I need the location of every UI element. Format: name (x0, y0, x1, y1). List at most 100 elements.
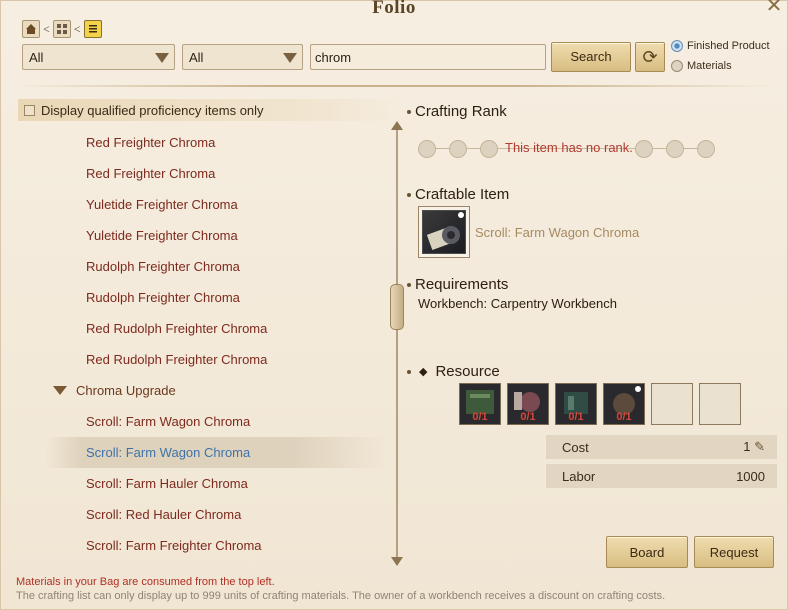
bullet-icon (407, 192, 411, 197)
rank-dot (418, 140, 436, 158)
radio-on-icon[interactable] (671, 40, 683, 52)
radio-materials-label: Materials (687, 60, 732, 72)
list-item[interactable]: Rudolph Freighter Chroma (15, 282, 387, 313)
resource-slot-empty (651, 383, 693, 425)
recipe-list: Red Freighter Chroma Red Freighter Chrom… (15, 127, 387, 561)
home-icon[interactable] (22, 20, 40, 38)
requirements-heading: Requirements (407, 276, 508, 293)
list-item[interactable]: Red Rudolph Freighter Chroma (15, 344, 387, 375)
scroll-thumb[interactable] (390, 284, 404, 330)
list-item[interactable]: Scroll: Farm Wagon Chroma (15, 406, 387, 437)
scroll-down-icon[interactable] (391, 557, 403, 566)
qualified-label: Display qualified proficiency items only (41, 102, 264, 118)
recipe-list-panel: Display qualified proficiency items only… (15, 99, 404, 569)
list-item[interactable]: Red Freighter Chroma (15, 127, 387, 158)
list-item[interactable]: Yuletide Freighter Chroma (15, 189, 387, 220)
resource-slot[interactable]: 0/1 (507, 383, 549, 425)
breadcrumb: < < (22, 20, 102, 38)
bullet-icon (407, 369, 411, 374)
radio-materials[interactable]: Materials (671, 60, 732, 72)
cost-label: Cost (562, 439, 589, 455)
list-item[interactable]: Red Rudolph Freighter Chroma (15, 313, 387, 344)
rank-message: This item has no rank. (505, 140, 633, 155)
folio-window: Folio ✕ < < All All chrom Search ⟳ Finis… (0, 0, 788, 610)
list-scrollbar[interactable] (390, 121, 404, 566)
list-icon[interactable] (83, 20, 102, 38)
list-item[interactable]: Yuletide Freighter Chroma (15, 220, 387, 251)
search-input[interactable]: chrom (310, 44, 546, 70)
chevron-down-icon (155, 53, 169, 63)
search-button[interactable]: Search (551, 42, 631, 72)
grid-icon[interactable] (52, 20, 71, 38)
crafting-rank-heading: Crafting Rank (407, 103, 507, 120)
cost-value-wrap: 1 ✎ (743, 439, 765, 455)
rank-dot (697, 140, 715, 158)
bullet-icon (407, 282, 411, 287)
resource-count: 0/1 (472, 411, 488, 423)
close-icon[interactable]: ✕ (763, 0, 785, 17)
labor-value: 1000 (736, 468, 765, 484)
craftable-name: Scroll: Farm Wagon Chroma (475, 225, 640, 240)
recipe-detail-panel: Crafting Rank This item has no rank. Cra… (407, 99, 777, 569)
window-title: Folio (372, 0, 416, 18)
list-item[interactable]: Scroll: Farm Freighter Chroma (15, 530, 387, 561)
category-select-1-value: All (29, 50, 44, 65)
scroll-icon (422, 210, 466, 254)
expand-triangle-icon[interactable] (53, 386, 67, 395)
refresh-icon[interactable]: ⟳ (635, 42, 665, 72)
rank-dot (635, 140, 653, 158)
qualified-filter-row[interactable]: Display qualified proficiency items only (18, 99, 402, 121)
radio-off-icon[interactable] (671, 60, 683, 72)
list-item[interactable]: Scroll: Red Hauler Chroma (15, 499, 387, 530)
diamond-icon: ◆ (419, 366, 428, 378)
craftable-heading: Craftable Item (407, 186, 509, 203)
divider (15, 85, 773, 87)
rank-dot (666, 140, 684, 158)
list-item[interactable]: Red Freighter Chroma (15, 158, 387, 189)
crafting-rank-title: Crafting Rank (415, 103, 507, 120)
list-item[interactable]: Rudolph Freighter Chroma (15, 251, 387, 282)
category-select-1[interactable]: All (22, 44, 175, 70)
cost-row: Cost 1 ✎ (546, 435, 777, 459)
request-button[interactable]: Request (694, 536, 774, 568)
board-button[interactable]: Board (606, 536, 688, 568)
resource-slots: 0/1 0/1 0/1 0/1 (459, 383, 741, 425)
resource-count: 0/1 (568, 411, 584, 423)
rank-dot (480, 140, 498, 158)
requirements-title: Requirements (415, 276, 509, 293)
qualified-checkbox[interactable] (24, 104, 35, 116)
chevron-down-icon (283, 53, 297, 63)
resource-slot[interactable]: 0/1 (459, 383, 501, 425)
labor-label: Labor (562, 468, 596, 484)
footer-info: The crafting list can only display up to… (16, 590, 666, 602)
group-label: Chroma Upgrade (76, 383, 176, 398)
labor-row: Labor 1000 (546, 464, 777, 488)
resource-slot[interactable]: 0/1 (555, 383, 597, 425)
scroll-track[interactable] (396, 129, 398, 559)
resource-title: Resource (435, 363, 500, 380)
footer-warning: Materials in your Bag are consumed from … (16, 576, 275, 588)
category-select-2[interactable]: All (182, 44, 303, 70)
scroll-up-icon[interactable] (391, 121, 403, 130)
resource-count: 0/1 (520, 411, 536, 423)
pen-icon: ✎ (754, 439, 765, 454)
list-item-selected[interactable]: Scroll: Farm Wagon Chroma (15, 437, 387, 468)
cost-value: 1 (743, 439, 751, 454)
list-item[interactable]: Scroll: Farm Hauler Chroma (15, 468, 387, 499)
crumb-separator: < (43, 21, 50, 36)
resource-slot-empty (699, 383, 741, 425)
group-chroma-upgrade[interactable]: Chroma Upgrade (15, 375, 387, 406)
craftable-item-slot[interactable] (418, 206, 470, 258)
resource-slot[interactable]: 0/1 (603, 383, 645, 425)
resource-count: 0/1 (616, 411, 632, 423)
craftable-title: Craftable Item (415, 186, 510, 203)
category-select-2-value: All (189, 50, 204, 65)
requirements-text: Workbench: Carpentry Workbench (418, 296, 617, 311)
resource-heading: ◆ Resource (407, 363, 500, 380)
radio-finished-product[interactable]: Finished Product (671, 40, 770, 52)
crumb-separator: < (73, 21, 81, 36)
bullet-icon (407, 109, 411, 114)
radio-finished-label: Finished Product (687, 40, 770, 52)
search-input-value: chrom (315, 50, 352, 65)
rank-dot (449, 140, 467, 158)
